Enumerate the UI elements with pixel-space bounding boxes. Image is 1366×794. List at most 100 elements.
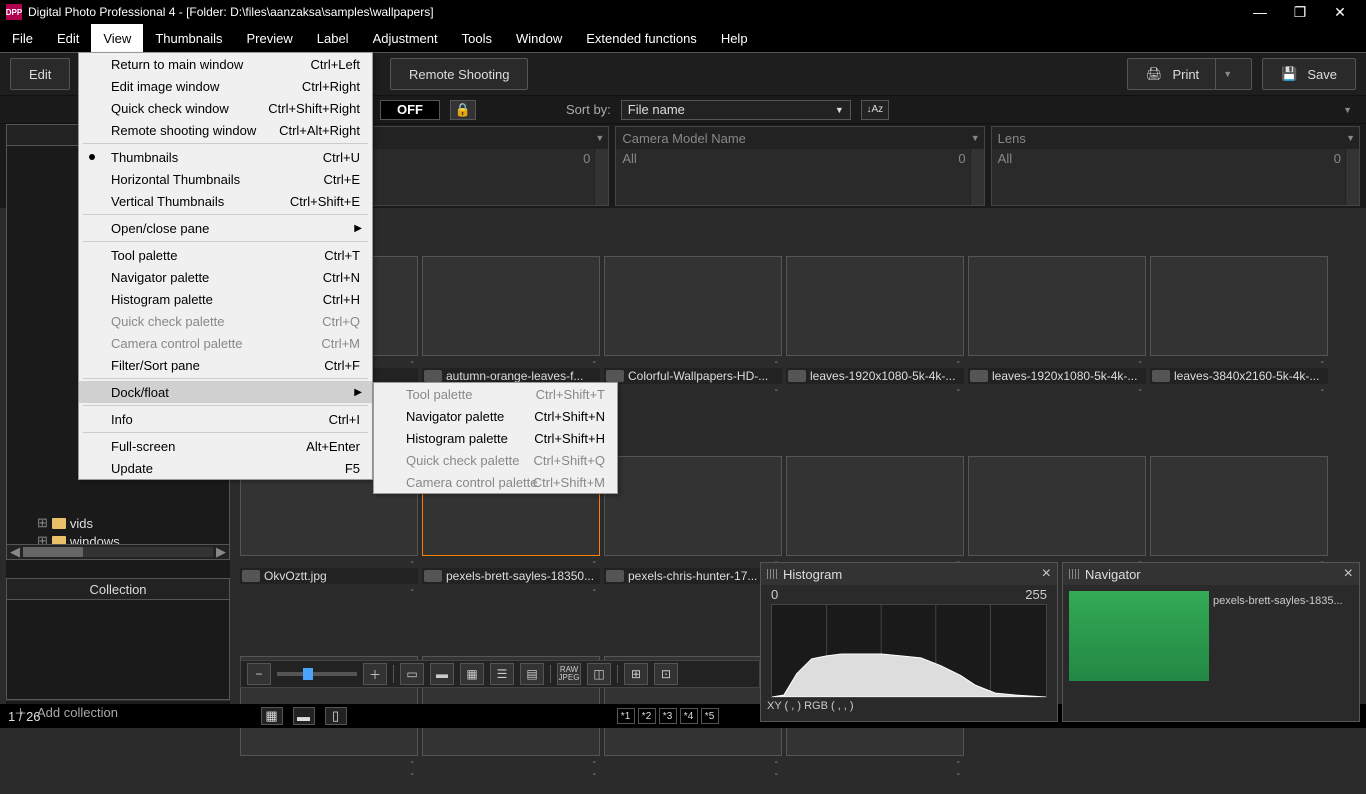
grid4-button[interactable]: ⊡ (654, 663, 678, 685)
scroll-left-icon[interactable]: ◀ (7, 544, 23, 560)
menu-file[interactable]: File (0, 24, 45, 52)
filter-col-2[interactable]: Lens▼All0 (991, 126, 1360, 206)
zoom-slider[interactable] (277, 672, 357, 676)
maximize-button[interactable]: ❐ (1280, 0, 1320, 24)
menu-thumbnails[interactable]: Thumbnails (143, 24, 234, 52)
menu-help[interactable]: Help (709, 24, 760, 52)
close-button[interactable]: ✕ (1320, 0, 1360, 24)
view-grid-button[interactable]: ▦ (460, 663, 484, 685)
thumb-image[interactable] (1150, 456, 1328, 556)
off-toggle[interactable]: OFF (380, 100, 440, 120)
thumb-image[interactable] (786, 456, 964, 556)
grip-icon[interactable] (767, 569, 777, 579)
menu-extended-functions[interactable]: Extended functions (574, 24, 709, 52)
view-filmstrip-button[interactable]: ▬ (430, 663, 454, 685)
view-detail-button[interactable]: ▤ (520, 663, 544, 685)
chevron-down-icon[interactable]: ▼ (595, 133, 604, 143)
menuitem-horizontal-thumbnails[interactable]: Horizontal ThumbnailsCtrl+E (79, 168, 372, 190)
filter-body[interactable]: All0 (992, 149, 1345, 205)
tree-item-windows[interactable]: ⊞windows (107, 532, 120, 544)
print-dropdown-icon[interactable]: ▼ (1215, 59, 1233, 89)
menuitem-update[interactable]: UpdateF5 (79, 457, 372, 479)
navigator-panel[interactable]: Navigator × pexels-brett-sayles-1835... (1062, 562, 1360, 722)
thumbnail[interactable]: -leaves-3840x2160-5k-4k-...- (1150, 256, 1328, 394)
filter-col-1[interactable]: Camera Model Name▼All0 (615, 126, 984, 206)
thumb-image[interactable] (968, 256, 1146, 356)
thumbnail[interactable]: -leaves-1920x1080-5k-4k-...- (786, 256, 964, 394)
menuitem-tool-palette[interactable]: Tool paletteCtrl+T (79, 244, 372, 266)
menuitem-remote-shooting-window[interactable]: Remote shooting windowCtrl+Alt+Right (79, 119, 372, 141)
collapse-chevron-icon[interactable]: ▼ (1343, 105, 1356, 115)
histogram-header[interactable]: Histogram × (761, 563, 1057, 585)
layout-hsplit-button[interactable]: ▬ (293, 707, 315, 725)
menuitem-thumbnails[interactable]: ThumbnailsCtrl+U (79, 146, 372, 168)
menu-tools[interactable]: Tools (450, 24, 504, 52)
tree-hscroll[interactable]: ◀ ▶ (6, 544, 230, 560)
edit-button[interactable]: Edit (10, 58, 70, 90)
collection-tab[interactable]: Collection (6, 578, 230, 600)
navigator-close-button[interactable]: × (1344, 565, 1353, 583)
print-button[interactable]: 🖨 Print ▼ (1127, 58, 1252, 90)
thumb-image[interactable] (1150, 256, 1328, 356)
layout-grid-button[interactable]: ▦ (261, 707, 283, 725)
submenuitem-histogram-palette[interactable]: Histogram paletteCtrl+Shift+H (374, 427, 617, 449)
menuitem-info[interactable]: InfoCtrl+I (79, 408, 372, 430)
thumbnail[interactable]: -autumn-orange-leaves-f...- (422, 256, 600, 394)
thumb-image[interactable] (422, 256, 600, 356)
scrollbar[interactable] (594, 149, 608, 205)
menuitem-dock-float[interactable]: Dock/float▶ (79, 381, 372, 403)
submenuitem-navigator-palette[interactable]: Navigator paletteCtrl+Shift+N (374, 405, 617, 427)
menu-window[interactable]: Window (504, 24, 574, 52)
grip-icon[interactable] (1069, 569, 1079, 579)
menuitem-quick-check-window[interactable]: Quick check windowCtrl+Shift+Right (79, 97, 372, 119)
menuitem-return-to-main-window[interactable]: Return to main windowCtrl+Left (79, 53, 372, 75)
thumbnail[interactable]: -Colorful-Wallpapers-HD-...- (604, 256, 782, 394)
star-filter-*1[interactable]: *1 (617, 708, 635, 724)
minimize-button[interactable]: — (1240, 0, 1280, 24)
menuitem-navigator-palette[interactable]: Navigator paletteCtrl+N (79, 266, 372, 288)
scroll-right-icon[interactable]: ▶ (213, 544, 229, 560)
scrollbar[interactable] (1345, 149, 1359, 205)
menuitem-histogram-palette[interactable]: Histogram paletteCtrl+H (79, 288, 372, 310)
filter-body[interactable]: All0 (616, 149, 969, 205)
menu-label[interactable]: Label (305, 24, 361, 52)
scrollbar[interactable] (970, 149, 984, 205)
star-filter-*2[interactable]: *2 (638, 708, 656, 724)
menu-preview[interactable]: Preview (235, 24, 305, 52)
menuitem-filter-sort-pane[interactable]: Filter/Sort paneCtrl+F (79, 354, 372, 376)
view-list-button[interactable]: ☰ (490, 663, 514, 685)
navigator-preview[interactable] (1069, 591, 1209, 681)
compare-button[interactable]: ◫ (587, 663, 611, 685)
thumb-image[interactable] (604, 456, 782, 556)
histogram-close-button[interactable]: × (1042, 565, 1051, 583)
menu-view[interactable]: View (91, 24, 143, 52)
menu-adjustment[interactable]: Adjustment (361, 24, 450, 52)
sort-select[interactable]: File name ▼ (621, 100, 851, 120)
grid3-button[interactable]: ⊞ (624, 663, 648, 685)
menuitem-edit-image-window[interactable]: Edit image windowCtrl+Right (79, 75, 372, 97)
menu-edit[interactable]: Edit (45, 24, 91, 52)
save-button[interactable]: 💾 Save (1262, 58, 1356, 90)
navigator-header[interactable]: Navigator × (1063, 563, 1359, 585)
star-filter-*3[interactable]: *3 (659, 708, 677, 724)
raw-jpeg-button[interactable]: RAWJPEG (557, 663, 581, 685)
add-collection-button[interactable]: ＋ Add collection (6, 700, 230, 724)
menuitem-full-screen[interactable]: Full-screenAlt+Enter (79, 435, 372, 457)
thumbnail[interactable]: -pexels-chris-hunter-17...- (604, 456, 782, 594)
thumb-image[interactable] (968, 456, 1146, 556)
thumbnail[interactable]: -leaves-1920x1080-5k-4k-...- (968, 256, 1146, 394)
chevron-down-icon[interactable]: ▼ (1346, 133, 1355, 143)
thumb-image[interactable] (786, 256, 964, 356)
star-filter-*4[interactable]: *4 (680, 708, 698, 724)
menuitem-open-close-pane[interactable]: Open/close pane▶ (79, 217, 372, 239)
zoom-out-button[interactable]: − (247, 663, 271, 685)
layout-vsplit-button[interactable]: ▯ (325, 707, 347, 725)
zoom-in-button[interactable]: ＋ (363, 663, 387, 685)
histogram-panel[interactable]: Histogram × 0 255 XY ( , ) RGB ( , , ) (760, 562, 1058, 722)
chevron-down-icon[interactable]: ▼ (971, 133, 980, 143)
remote-shooting-button[interactable]: Remote Shooting (390, 58, 528, 90)
star-filter-*5[interactable]: *5 (701, 708, 719, 724)
view-single-button[interactable]: ▭ (400, 663, 424, 685)
sort-az-button[interactable]: ↓Aᴢ (861, 100, 889, 120)
thumb-image[interactable] (604, 256, 782, 356)
